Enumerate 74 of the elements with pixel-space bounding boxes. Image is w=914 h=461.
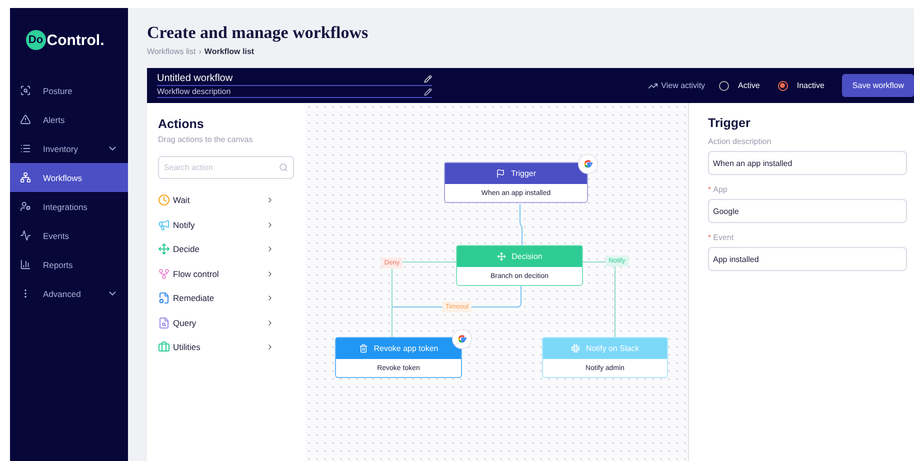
action-item[interactable]: Flow control — [158, 262, 294, 286]
action-item[interactable]: Query — [158, 310, 294, 335]
nav-item[interactable]: Advanced — [10, 279, 128, 308]
breadcrumb-current: Workflow list — [204, 47, 254, 56]
input-field[interactable]: App installed — [708, 247, 907, 271]
chevron-icon — [266, 220, 274, 229]
input-field[interactable]: When an app installed — [708, 151, 907, 175]
chevron-icon — [266, 245, 274, 254]
node-title: Notify on Slack — [586, 344, 640, 353]
nav-item[interactable]: Alerts — [10, 105, 128, 134]
app-logo-icon — [452, 329, 472, 349]
chevron-icon — [266, 196, 274, 204]
nav-item[interactable]: Workflows — [10, 163, 128, 192]
chevron-icon — [266, 294, 274, 302]
trash-icon — [358, 344, 368, 353]
document-search-icon — [158, 316, 170, 329]
document-gear-icon — [158, 292, 170, 304]
cross-arrows-icon — [158, 243, 170, 256]
nav-item[interactable]: Events — [10, 221, 128, 250]
search-icon — [279, 163, 288, 172]
nav-item[interactable]: Integrations — [10, 192, 128, 221]
page-title: Create and manage workflows — [147, 23, 370, 43]
field-label: * Event — [708, 233, 735, 242]
nav-icon — [20, 230, 31, 241]
nav-icon — [20, 85, 31, 96]
megaphone-icon — [158, 218, 170, 231]
nav-icon — [20, 114, 31, 125]
clock-icon — [158, 194, 170, 206]
flag-icon — [496, 169, 505, 178]
nav-item[interactable]: Posture — [10, 76, 128, 105]
panel-title: Actions — [158, 117, 205, 131]
nav-item[interactable]: Inventory — [10, 134, 128, 163]
action-item[interactable]: Utilities — [158, 335, 294, 360]
cross-arrows-icon — [496, 252, 506, 261]
panel-title: Trigger — [708, 116, 752, 130]
view-activity-link[interactable]: View activity — [648, 80, 706, 90]
save-button[interactable]: Save workflow — [842, 74, 914, 97]
chevron-icon — [266, 270, 274, 278]
trend-line-icon — [648, 80, 658, 90]
chevron-icon — [266, 343, 274, 352]
workflow-name-field[interactable]: Untitled workflow — [157, 73, 432, 86]
search-field[interactable]: Search action — [158, 156, 294, 179]
logo-mark: Do — [26, 30, 46, 50]
nav-icon — [20, 172, 31, 183]
connector-line — [520, 204, 522, 246]
node-title: Decision — [512, 252, 542, 261]
chevron-icon — [266, 318, 274, 327]
breadcrumb-separator: › — [198, 47, 202, 56]
nav-icon — [20, 143, 31, 154]
nav-icon — [20, 201, 31, 212]
nav-icon — [20, 259, 31, 270]
input-field[interactable]: Google — [708, 199, 907, 223]
radio-label: Inactive — [796, 81, 824, 90]
pencil-icon — [424, 74, 432, 82]
toolbox-icon — [158, 341, 170, 354]
field-label: * App — [708, 185, 728, 194]
node-title: Revoke app token — [374, 344, 438, 353]
radio-button[interactable] — [778, 80, 788, 90]
node-title: Trigger — [510, 169, 536, 178]
action-item[interactable]: Remediate — [158, 286, 294, 310]
field-label: Action description — [708, 137, 772, 146]
logo-name: Control. — [46, 32, 104, 48]
action-item[interactable]: Notify — [158, 212, 294, 237]
hash-icon — [570, 344, 580, 353]
fork-icon — [158, 268, 170, 280]
radio-button[interactable] — [719, 80, 730, 90]
action-item[interactable]: Wait — [158, 188, 294, 212]
workflow-description-field[interactable]: Workflow description — [157, 87, 432, 98]
app-logo-icon — [578, 154, 598, 174]
panel-subtitle: Drag actions to the canvas — [158, 135, 254, 144]
nav-item[interactable]: Reports — [10, 250, 128, 279]
action-item[interactable]: Decide — [158, 237, 294, 262]
pencil-icon — [424, 88, 432, 96]
radio-label: Active — [738, 81, 760, 90]
